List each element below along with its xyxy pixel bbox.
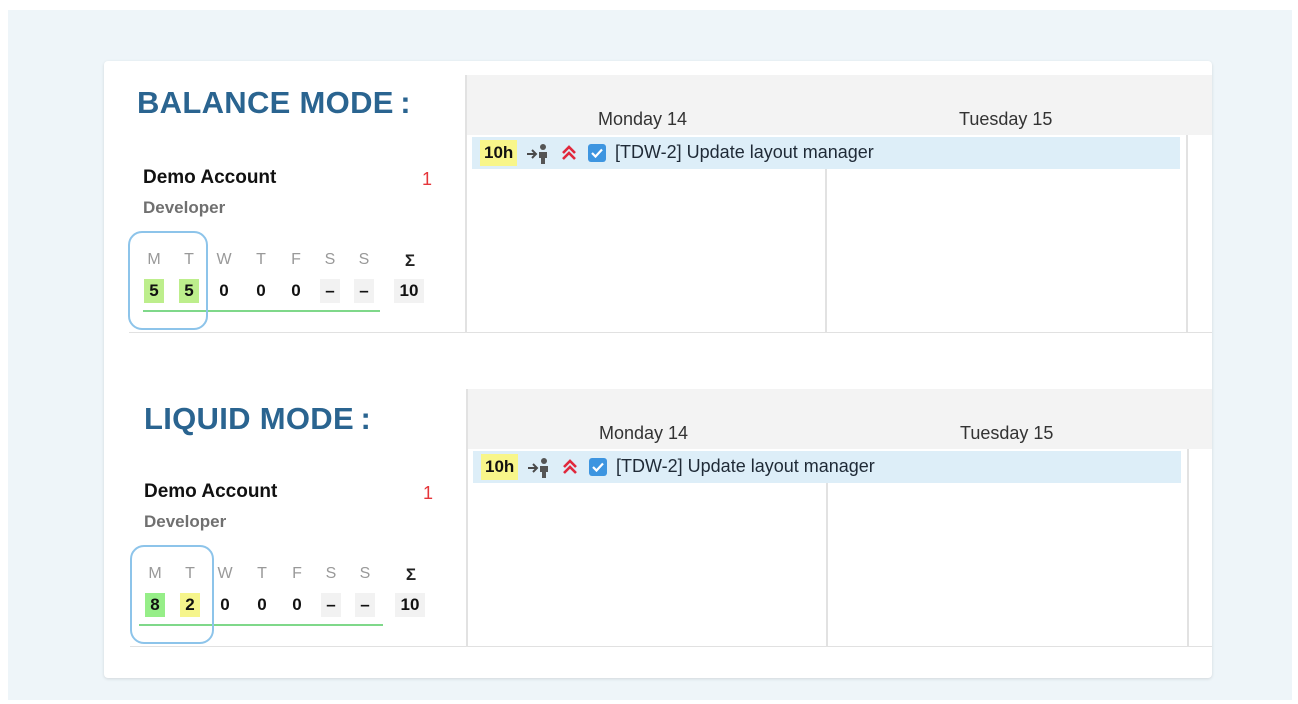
day-header-tuesday: Tuesday 15: [960, 423, 1054, 443]
day-header-tuesday: Tuesday 15: [959, 109, 1053, 129]
hours-sat: –: [321, 593, 341, 617]
task-hours-badge: 10h: [480, 140, 518, 166]
sum-symbol: Σ: [404, 251, 416, 270]
hours-sat: –: [320, 279, 340, 303]
day-letter-fri: F: [291, 251, 301, 268]
day-letter-thu: T: [257, 565, 267, 582]
balance-mode-section: BALANCE MODE : Demo Account Developer 1 …: [104, 61, 1212, 333]
task-title: [TDW-2] Update layout manager: [615, 142, 874, 162]
calendar-left-border: [466, 389, 468, 647]
checkbox-task-icon: [588, 144, 606, 162]
task-title: [TDW-2] Update layout manager: [616, 456, 875, 476]
account-role: Developer: [143, 198, 226, 217]
day-letter-sun: S: [358, 251, 370, 268]
day-header-monday: Monday 14: [598, 109, 688, 129]
row-divider: [130, 646, 468, 647]
day-letter-wed: W: [217, 565, 233, 582]
hours-sun: –: [354, 279, 374, 303]
day-letter-thu: T: [256, 251, 266, 268]
hours-wed: 0: [219, 281, 229, 300]
calendar-header: [468, 389, 1212, 449]
double-chevron-up-icon: [562, 145, 576, 160]
task-hours-badge: 10h: [481, 454, 519, 480]
day-letter-sat: S: [325, 565, 337, 582]
day-letter-fri: F: [292, 565, 302, 582]
liquid-mode-section: LIQUID MODE : Demo Account Developer 1 M…: [104, 375, 1212, 647]
hours-fri: 0: [291, 281, 301, 300]
account-name[interactable]: Demo Account: [144, 481, 277, 503]
hours-thu: 0: [257, 595, 267, 614]
task-bar[interactable]: 10h [TDW-2] Update layout manager: [473, 451, 1181, 483]
day-letter-wed: W: [216, 251, 232, 268]
highlight-box: [128, 231, 208, 330]
hours-total: 10: [395, 593, 425, 617]
row-divider: [129, 332, 467, 333]
calendar-column-divider: [1187, 449, 1189, 647]
account-role: Developer: [144, 512, 227, 531]
highlight-box: [130, 545, 214, 644]
content-card: BALANCE MODE : Demo Account Developer 1 …: [104, 61, 1212, 678]
calendar-bottom-border: [468, 646, 1212, 647]
calendar-column-divider: [1186, 135, 1188, 333]
calendar-left-border: [465, 75, 467, 333]
hours-total: 10: [394, 279, 424, 303]
hours-thu: 0: [256, 281, 266, 300]
task-count-badge: 1: [423, 483, 434, 503]
calendar-column-divider: [825, 169, 827, 333]
hours-sun: –: [355, 593, 375, 617]
assign-person-icon: [527, 144, 547, 164]
double-chevron-up-icon: [563, 459, 577, 474]
day-letter-sun: S: [359, 565, 371, 582]
sum-symbol: Σ: [405, 565, 417, 584]
day-header-monday: Monday 14: [599, 423, 689, 443]
page-background: BALANCE MODE : Demo Account Developer 1 …: [8, 10, 1292, 700]
balance-mode-title: BALANCE MODE :: [137, 85, 411, 120]
hours-wed: 0: [220, 595, 230, 614]
checkbox-task-icon: [589, 458, 607, 476]
calendar-header: [467, 75, 1212, 135]
liquid-mode-title: LIQUID MODE :: [144, 401, 372, 436]
hours-fri: 0: [292, 595, 302, 614]
account-name[interactable]: Demo Account: [143, 167, 276, 189]
calendar-column-divider: [826, 483, 828, 647]
task-count-badge: 1: [422, 169, 433, 189]
task-bar[interactable]: 10h [TDW-2] Update layout manager: [472, 137, 1180, 169]
day-letter-sat: S: [324, 251, 336, 268]
assign-person-icon: [528, 458, 548, 478]
calendar-bottom-border: [467, 332, 1212, 333]
